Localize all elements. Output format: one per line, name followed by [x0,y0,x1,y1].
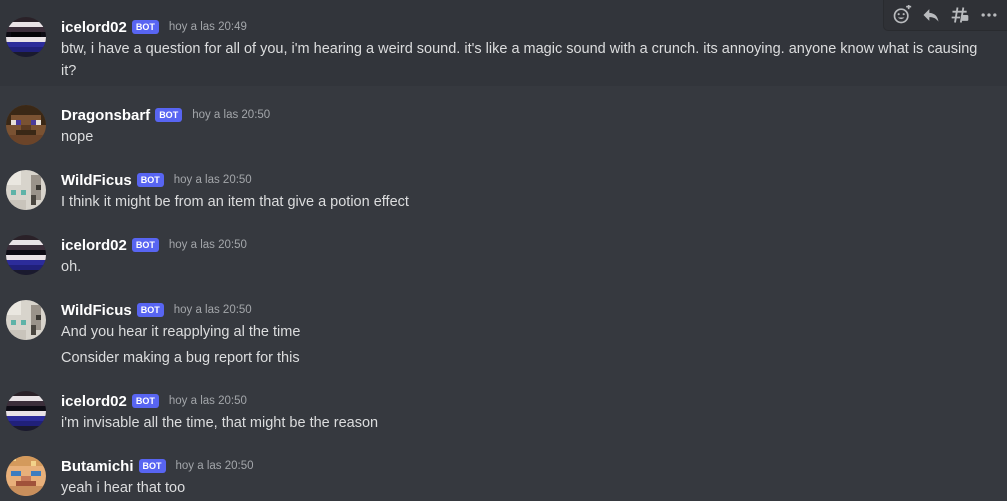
wildficus-avatar-image [6,300,46,340]
avatar[interactable] [6,170,46,210]
more-icon [981,13,997,17]
message-content: yeah i hear that too [61,480,186,496]
timestamp[interactable]: hoy a las 20:50 [192,109,270,121]
add-reaction-icon [894,5,912,24]
bot-badge: BOT [131,394,159,408]
username[interactable]: Butamichi [61,458,134,475]
avatar[interactable] [6,391,46,431]
avatar[interactable] [6,300,46,340]
message-content: oh. [61,259,82,275]
username[interactable]: icelord02 [61,237,127,254]
username[interactable]: Dragonsbarf [61,107,150,124]
bot-badge: BOT [131,238,159,252]
message-content: nope [61,129,94,145]
message-item[interactable]: icelord02 BOT hoy a las 20:49 btw, i hav… [0,0,1007,86]
thread-icon [951,7,969,23]
message-item[interactable]: Butamichi BOT hoy a las 20:50 yeah i hea… [0,451,1007,501]
timestamp[interactable]: hoy a las 20:50 [176,460,254,472]
message-item[interactable]: icelord02 BOT hoy a las 20:50 i'm invisa… [0,386,1007,438]
timestamp[interactable]: hoy a las 20:50 [169,395,247,407]
avatar[interactable] [6,105,46,145]
username[interactable]: WildFicus [61,302,132,319]
username[interactable]: WildFicus [61,172,132,189]
message-content: I think it might be from an item that gi… [61,194,409,210]
message-item[interactable]: Dragonsbarf BOT hoy a las 20:50 nope [0,100,1007,152]
bot-badge: BOT [155,108,183,122]
timestamp[interactable]: hoy a las 20:50 [169,239,247,251]
message-item[interactable]: WildFicus BOT hoy a las 20:50 And you he… [0,295,1007,373]
butamichi-avatar-image [6,456,46,496]
add-reaction-button[interactable] [889,2,915,28]
avatar[interactable] [6,235,46,275]
bot-badge: BOT [131,20,159,34]
bot-badge: BOT [138,459,166,473]
message-content: And you hear it reapplying al the time [61,324,301,340]
bot-badge: BOT [136,303,164,317]
message-toolbar [883,0,1007,31]
icelord02-avatar-image [6,235,46,275]
username[interactable]: icelord02 [61,19,127,36]
create-thread-button[interactable] [947,2,973,28]
message-content: btw, i have a question for all of you, i… [61,41,978,79]
bot-badge: BOT [136,173,164,187]
icelord02-avatar-image [6,17,46,57]
message-content: i'm invisable all the time, that might b… [61,415,379,431]
icelord02-avatar-image [6,391,46,431]
reply-icon [923,9,939,22]
message-content: Consider making a bug report for this [61,350,300,366]
avatar[interactable] [6,17,46,57]
wildficus-avatar-image [6,170,46,210]
message-item[interactable]: icelord02 BOT hoy a las 20:50 oh. [0,230,1007,282]
dragonsbarf-avatar-image [6,105,46,145]
timestamp[interactable]: hoy a las 20:50 [174,174,252,186]
avatar[interactable] [6,456,46,496]
message-item[interactable]: WildFicus BOT hoy a las 20:50 I think it… [0,165,1007,217]
username[interactable]: icelord02 [61,393,127,410]
timestamp[interactable]: hoy a las 20:50 [174,304,252,316]
timestamp[interactable]: hoy a las 20:49 [169,21,247,33]
more-button[interactable] [976,2,1002,28]
reply-button[interactable] [918,2,944,28]
